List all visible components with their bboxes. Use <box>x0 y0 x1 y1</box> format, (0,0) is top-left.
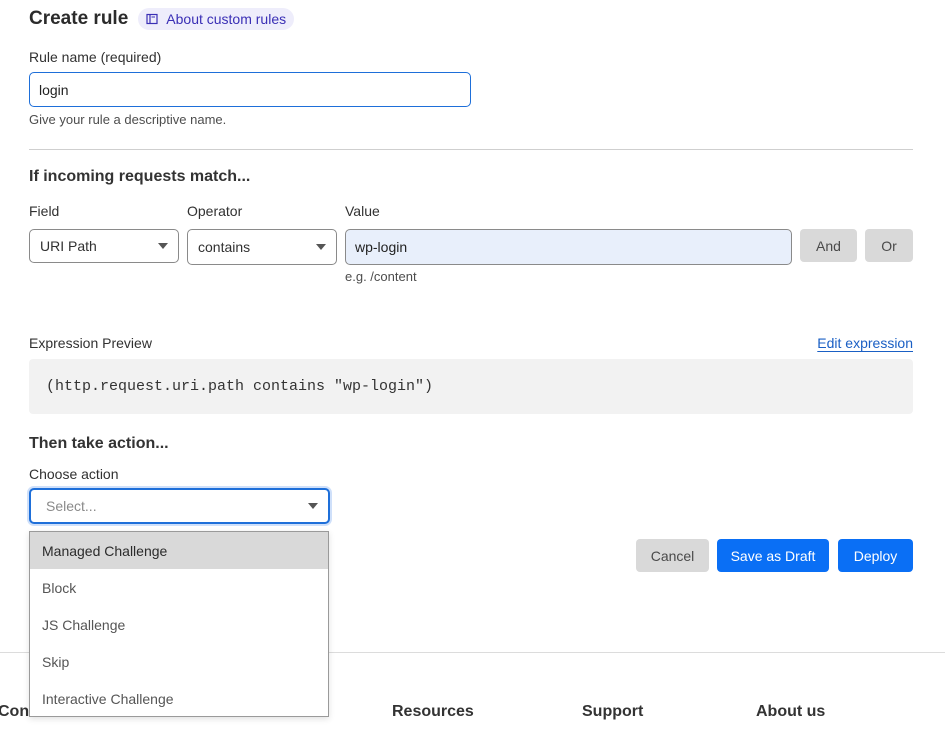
rule-name-input[interactable] <box>29 72 471 107</box>
choose-action-label: Choose action <box>29 466 119 482</box>
value-example: e.g. /content <box>345 269 417 284</box>
option-skip[interactable]: Skip <box>30 643 328 680</box>
action-heading: Then take action... <box>29 435 169 452</box>
match-heading: If incoming requests match... <box>29 168 251 185</box>
option-interactive-challenge[interactable]: Interactive Challenge <box>30 680 328 717</box>
section-divider <box>29 149 913 150</box>
expression-preview: (http.request.uri.path contains "wp-logi… <box>29 359 913 414</box>
action-dropdown-menu: Managed Challenge Block JS Challenge Ski… <box>29 531 329 717</box>
chevron-down-icon <box>158 243 168 249</box>
field-select[interactable]: URI Path <box>29 229 179 263</box>
footer-heading-support: Support <box>582 703 644 720</box>
chevron-down-icon <box>316 244 326 250</box>
save-draft-button[interactable]: Save as Draft <box>717 539 829 572</box>
page-title: Create rule <box>29 8 129 29</box>
or-button[interactable]: Or <box>865 229 913 262</box>
value-input[interactable] <box>345 229 792 265</box>
chevron-down-icon <box>308 503 318 509</box>
rule-name-help: Give your rule a descriptive name. <box>29 112 227 127</box>
action-select[interactable]: Select... <box>29 488 330 524</box>
title-row: Create rule About custom rules <box>29 6 295 32</box>
operator-select-value: contains <box>198 239 251 255</box>
about-link-label: About custom rules <box>166 11 287 27</box>
footer-heading-about: About us <box>756 703 826 720</box>
action-select-placeholder: Select... <box>46 498 97 514</box>
option-js-challenge[interactable]: JS Challenge <box>30 606 328 643</box>
operator-label: Operator <box>187 203 243 219</box>
footer-heading-resources: Resources <box>392 703 474 720</box>
rule-name-label: Rule name (required) <box>29 49 162 65</box>
edit-expression-link[interactable]: Edit expression <box>817 335 913 351</box>
expression-preview-text: (http.request.uri.path contains "wp-logi… <box>46 378 434 395</box>
field-label: Field <box>29 203 60 219</box>
option-managed-challenge[interactable]: Managed Challenge <box>30 532 328 569</box>
option-block[interactable]: Block <box>30 569 328 606</box>
and-button[interactable]: And <box>800 229 857 262</box>
cancel-button[interactable]: Cancel <box>636 539 709 572</box>
value-label: Value <box>345 203 380 219</box>
book-icon <box>146 13 158 25</box>
field-select-value: URI Path <box>40 238 97 254</box>
expression-preview-label: Expression Preview <box>29 335 152 351</box>
about-custom-rules-link[interactable]: About custom rules <box>138 8 295 30</box>
operator-select[interactable]: contains <box>187 229 337 265</box>
deploy-button[interactable]: Deploy <box>838 539 913 572</box>
